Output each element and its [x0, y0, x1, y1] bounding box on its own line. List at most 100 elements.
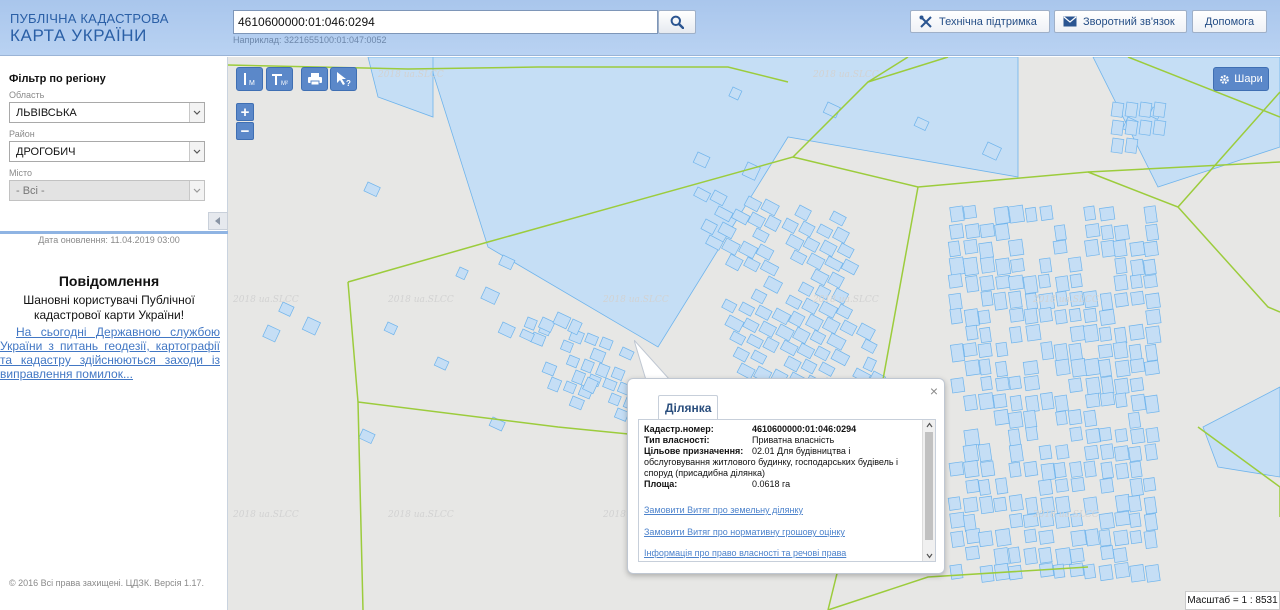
- land-parcel[interactable]: [1054, 358, 1071, 376]
- land-parcel[interactable]: [798, 220, 816, 238]
- land-parcel[interactable]: [1055, 547, 1072, 567]
- land-parcel[interactable]: [1144, 343, 1159, 362]
- land-parcel[interactable]: [830, 348, 851, 367]
- raion-select[interactable]: ДРОГОБИЧ: [9, 141, 205, 162]
- land-parcel[interactable]: [819, 239, 838, 258]
- land-parcel[interactable]: [978, 392, 995, 411]
- land-parcel[interactable]: [1128, 512, 1142, 528]
- land-parcel[interactable]: [1023, 409, 1038, 429]
- land-parcel[interactable]: [541, 361, 558, 377]
- land-parcel[interactable]: [964, 545, 980, 561]
- land-parcel[interactable]: [785, 233, 805, 252]
- land-parcel[interactable]: [752, 227, 770, 244]
- land-parcel[interactable]: [584, 332, 599, 347]
- land-parcel[interactable]: [1099, 206, 1116, 222]
- land-parcel[interactable]: [1127, 411, 1142, 429]
- scroll-down-icon[interactable]: [926, 553, 933, 559]
- land-parcel[interactable]: [992, 291, 1008, 311]
- land-parcel[interactable]: [965, 324, 979, 341]
- land-parcel[interactable]: [1143, 205, 1158, 224]
- land-parcel[interactable]: [1069, 461, 1083, 478]
- land-parcel[interactable]: [1144, 564, 1161, 583]
- land-parcel[interactable]: [977, 309, 991, 325]
- help-button[interactable]: Допомога: [1192, 10, 1267, 33]
- land-parcel[interactable]: [1069, 273, 1083, 289]
- land-parcel[interactable]: [950, 377, 966, 394]
- land-parcel[interactable]: [1129, 274, 1143, 289]
- land-parcel[interactable]: [963, 308, 980, 328]
- land-parcel[interactable]: [789, 249, 808, 266]
- land-parcel[interactable]: [1023, 547, 1038, 565]
- land-parcel[interactable]: [1138, 119, 1153, 136]
- land-parcel[interactable]: [805, 313, 824, 332]
- land-parcel[interactable]: [948, 461, 965, 477]
- land-parcel[interactable]: [948, 223, 965, 240]
- land-parcel[interactable]: [963, 460, 980, 479]
- land-parcel[interactable]: [771, 307, 792, 326]
- land-parcel[interactable]: [1113, 529, 1130, 547]
- land-parcel[interactable]: [1110, 101, 1125, 118]
- land-parcel[interactable]: [552, 311, 572, 330]
- land-parcel[interactable]: [1008, 375, 1022, 390]
- land-parcel[interactable]: [1128, 323, 1145, 341]
- land-parcel[interactable]: [806, 252, 826, 271]
- land-parcel[interactable]: [1113, 224, 1130, 242]
- land-parcel[interactable]: [1053, 461, 1067, 479]
- land-parcel[interactable]: [813, 345, 831, 362]
- land-parcel[interactable]: [721, 298, 738, 314]
- land-parcel[interactable]: [750, 288, 768, 305]
- land-parcel[interactable]: [1008, 443, 1024, 463]
- land-parcel[interactable]: [1024, 206, 1038, 223]
- scroll-up-icon[interactable]: [926, 422, 933, 428]
- land-parcel[interactable]: [568, 395, 585, 411]
- close-icon[interactable]: ×: [930, 383, 938, 399]
- land-parcel[interactable]: [1114, 359, 1131, 378]
- land-parcel[interactable]: [1084, 444, 1100, 461]
- land-parcel[interactable]: [1145, 308, 1162, 326]
- land-parcel[interactable]: [1039, 205, 1054, 221]
- land-parcel[interactable]: [1099, 292, 1114, 311]
- land-parcel[interactable]: [1098, 326, 1113, 342]
- land-parcel[interactable]: [1023, 460, 1039, 477]
- land-parcel[interactable]: [977, 530, 994, 548]
- land-parcel[interactable]: [1098, 564, 1114, 582]
- land-parcel[interactable]: [755, 243, 775, 261]
- land-parcel[interactable]: [738, 240, 759, 260]
- land-parcel[interactable]: [607, 392, 622, 407]
- land-parcel[interactable]: [962, 256, 979, 277]
- message-link[interactable]: На сьогодні Державною службою України з …: [0, 325, 220, 381]
- tab-parcel[interactable]: Ділянка: [658, 395, 719, 419]
- land-parcel[interactable]: [1007, 411, 1024, 429]
- land-parcel[interactable]: [995, 257, 1012, 276]
- land-parcel[interactable]: [978, 479, 991, 496]
- land-parcel[interactable]: [1037, 478, 1054, 496]
- land-parcel[interactable]: [721, 237, 741, 256]
- land-parcel[interactable]: [1100, 545, 1115, 561]
- land-parcel[interactable]: [949, 307, 963, 325]
- land-parcel[interactable]: [1143, 240, 1159, 257]
- land-parcel[interactable]: [1114, 462, 1130, 480]
- land-parcel[interactable]: [1055, 444, 1070, 460]
- land-parcel[interactable]: [1068, 307, 1082, 323]
- land-parcel[interactable]: [1053, 343, 1069, 362]
- land-parcel[interactable]: [1039, 257, 1053, 274]
- info-pointer-button[interactable]: ?: [330, 67, 357, 91]
- land-parcel[interactable]: [571, 369, 587, 386]
- search-button[interactable]: [658, 10, 696, 34]
- order-parcel-extract-link[interactable]: Замовити Витяг про земельну ділянку: [644, 505, 803, 515]
- land-parcel[interactable]: [598, 336, 614, 351]
- land-parcel[interactable]: [826, 332, 847, 351]
- land-parcel[interactable]: [947, 240, 961, 258]
- land-parcel[interactable]: [963, 428, 981, 447]
- land-parcel[interactable]: [979, 223, 996, 239]
- land-parcel[interactable]: [595, 362, 611, 379]
- land-parcel[interactable]: [1054, 478, 1069, 493]
- measure-area-button[interactable]: M²: [266, 67, 293, 91]
- land-parcel[interactable]: [1008, 494, 1024, 512]
- land-parcel[interactable]: [992, 393, 1008, 409]
- land-parcel[interactable]: [963, 394, 978, 412]
- land-parcel[interactable]: [1009, 307, 1025, 323]
- land-parcel[interactable]: [1110, 137, 1125, 154]
- land-parcel[interactable]: [1037, 273, 1051, 289]
- land-parcel[interactable]: [862, 356, 877, 373]
